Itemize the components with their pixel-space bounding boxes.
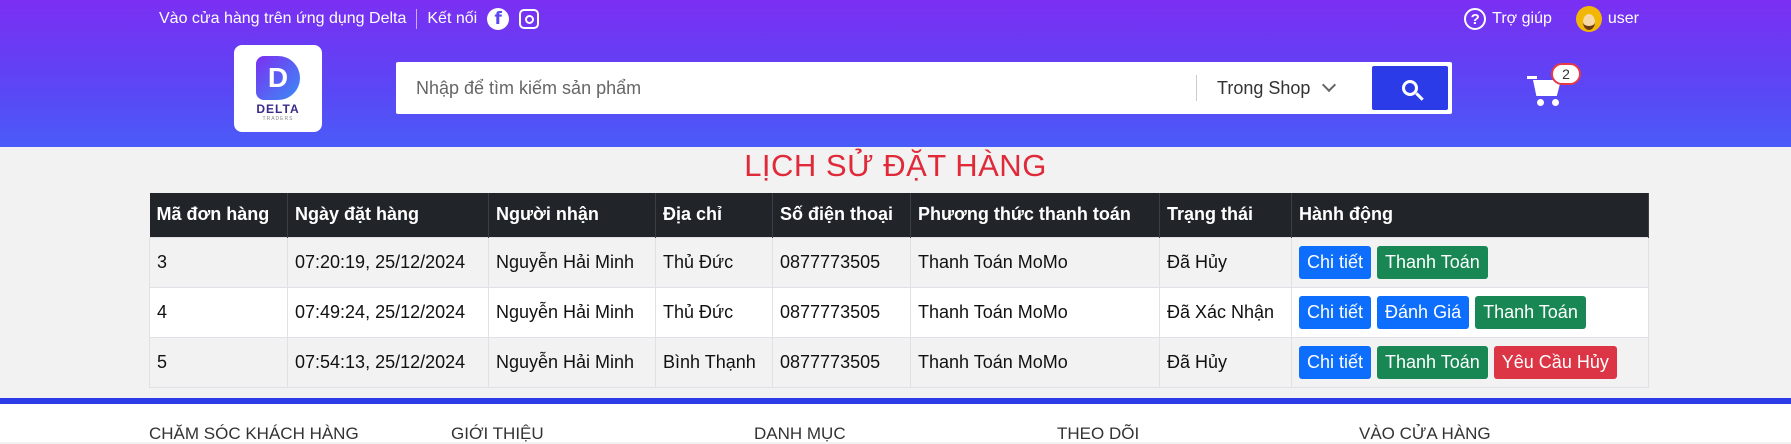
status: Đã Hủy bbox=[1159, 336, 1292, 388]
address: Bình Thạnh bbox=[655, 336, 773, 388]
site-footer: CHĂM SÓC KHÁCH HÀNG GIỚI THIỆU DANH MỤC … bbox=[0, 404, 1791, 443]
detail-button[interactable]: Chi tiết bbox=[1299, 245, 1372, 279]
cancel-request-button[interactable]: Yêu Cầu Hủy bbox=[1493, 345, 1617, 379]
phone: 0877773505 bbox=[772, 336, 911, 388]
payment-method: Thanh Toán MoMo bbox=[910, 286, 1160, 338]
table-row: 3 07:20:19, 25/12/2024 Nguyễn Hải Minh T… bbox=[149, 236, 1649, 288]
chevron-down-icon bbox=[1322, 77, 1337, 93]
footer-heading-categories: DANH MỤC bbox=[754, 424, 846, 443]
top-bar: Vào cửa hàng trên ứng dụng Delta Kết nối… bbox=[0, 0, 1791, 36]
phone: 0877773505 bbox=[772, 286, 911, 338]
pay-button[interactable]: Thanh Toán bbox=[1377, 245, 1488, 279]
search-scope-select[interactable]: Trong Shop bbox=[1197, 78, 1357, 99]
col-phone: Số điện thoại bbox=[772, 193, 911, 237]
search-icon bbox=[1402, 80, 1418, 96]
col-order-date: Ngày đặt hàng bbox=[287, 193, 489, 237]
page-title: LỊCH SỬ ĐẶT HÀNG bbox=[744, 148, 1047, 183]
divider bbox=[416, 9, 418, 29]
col-payment-method: Phương thức thanh toán bbox=[910, 193, 1160, 237]
detail-button[interactable]: Chi tiết bbox=[1299, 345, 1372, 379]
status: Đã Xác Nhận bbox=[1159, 286, 1292, 338]
search-button[interactable] bbox=[1372, 66, 1448, 110]
order-date: 07:54:13, 25/12/2024 bbox=[287, 336, 489, 388]
pay-button[interactable]: Thanh Toán bbox=[1377, 345, 1488, 379]
footer-heading-follow: THEO DÕI bbox=[1057, 424, 1140, 443]
delta-logo[interactable]: D DELTA TRADERS bbox=[234, 45, 322, 132]
actions-cell: Chi tiết Đánh Giá Thanh Toán bbox=[1291, 286, 1649, 338]
top-bar-left: Vào cửa hàng trên ứng dụng Delta Kết nối… bbox=[159, 8, 540, 30]
search-input[interactable] bbox=[396, 68, 1196, 108]
search-scope-label: Trong Shop bbox=[1217, 77, 1311, 98]
help-link[interactable]: Trợ giúp bbox=[1492, 10, 1552, 28]
avatar[interactable] bbox=[1575, 6, 1602, 32]
col-recipient: Người nhận bbox=[488, 193, 656, 237]
help-icon[interactable]: ? bbox=[1464, 8, 1487, 30]
actions-cell: Chi tiết Thanh Toán bbox=[1291, 236, 1649, 288]
address: Thủ Đức bbox=[655, 286, 773, 338]
status: Đã Hủy bbox=[1159, 236, 1292, 288]
footer-heading-about: GIỚI THIỆU bbox=[451, 424, 544, 443]
top-bar-right: ? Trợ giúp user bbox=[1464, 6, 1639, 32]
detail-button[interactable]: Chi tiết bbox=[1299, 295, 1372, 329]
review-button[interactable]: Đánh Giá bbox=[1377, 295, 1470, 329]
actions-cell: Chi tiết Thanh Toán Yêu Cầu Hủy bbox=[1291, 336, 1649, 388]
col-actions: Hành động bbox=[1291, 193, 1649, 237]
col-address: Địa chỉ bbox=[655, 193, 773, 237]
table-header-row: Mã đơn hàng Ngày đặt hàng Người nhận Địa… bbox=[149, 193, 1649, 237]
order-history-table: Mã đơn hàng Ngày đặt hàng Người nhận Địa… bbox=[149, 193, 1649, 388]
table-row: 4 07:49:24, 25/12/2024 Nguyễn Hải Minh T… bbox=[149, 286, 1649, 338]
payment-method: Thanh Toán MoMo bbox=[910, 236, 1160, 288]
footer-heading-customer-care: CHĂM SÓC KHÁCH HÀNG bbox=[149, 424, 359, 443]
footer-heading-store: VÀO CỬA HÀNG bbox=[1359, 424, 1491, 443]
site-header: Vào cửa hàng trên ứng dụng Delta Kết nối… bbox=[0, 0, 1791, 147]
col-order-id: Mã đơn hàng bbox=[149, 193, 288, 237]
recipient: Nguyễn Hải Minh bbox=[488, 236, 656, 288]
user-menu[interactable]: user bbox=[1608, 10, 1639, 28]
search-bar: Trong Shop bbox=[396, 62, 1452, 114]
instagram-icon[interactable] bbox=[519, 9, 540, 29]
connect-label: Kết nối bbox=[427, 10, 478, 27]
order-id: 4 bbox=[149, 286, 288, 338]
order-date: 07:20:19, 25/12/2024 bbox=[287, 236, 489, 288]
col-status: Trạng thái bbox=[1159, 193, 1292, 237]
address: Thủ Đức bbox=[655, 236, 773, 288]
recipient: Nguyễn Hải Minh bbox=[488, 336, 656, 388]
payment-method: Thanh Toán MoMo bbox=[910, 336, 1160, 388]
table-row: 5 07:54:13, 25/12/2024 Nguyễn Hải Minh B… bbox=[149, 336, 1649, 388]
order-date: 07:49:24, 25/12/2024 bbox=[287, 286, 489, 338]
delta-logo-icon: D bbox=[256, 55, 300, 100]
recipient: Nguyễn Hải Minh bbox=[488, 286, 656, 338]
pay-button[interactable]: Thanh Toán bbox=[1475, 295, 1586, 329]
order-id: 5 bbox=[149, 336, 288, 388]
facebook-icon[interactable]: f bbox=[487, 8, 510, 30]
logo-subtitle: TRADERS bbox=[262, 115, 294, 122]
phone: 0877773505 bbox=[772, 236, 911, 288]
order-id: 3 bbox=[149, 236, 288, 288]
store-app-link[interactable]: Vào cửa hàng trên ứng dụng Delta bbox=[159, 10, 406, 28]
cart-count-badge: 2 bbox=[1551, 63, 1581, 85]
logo-name: DELTA bbox=[256, 101, 300, 116]
